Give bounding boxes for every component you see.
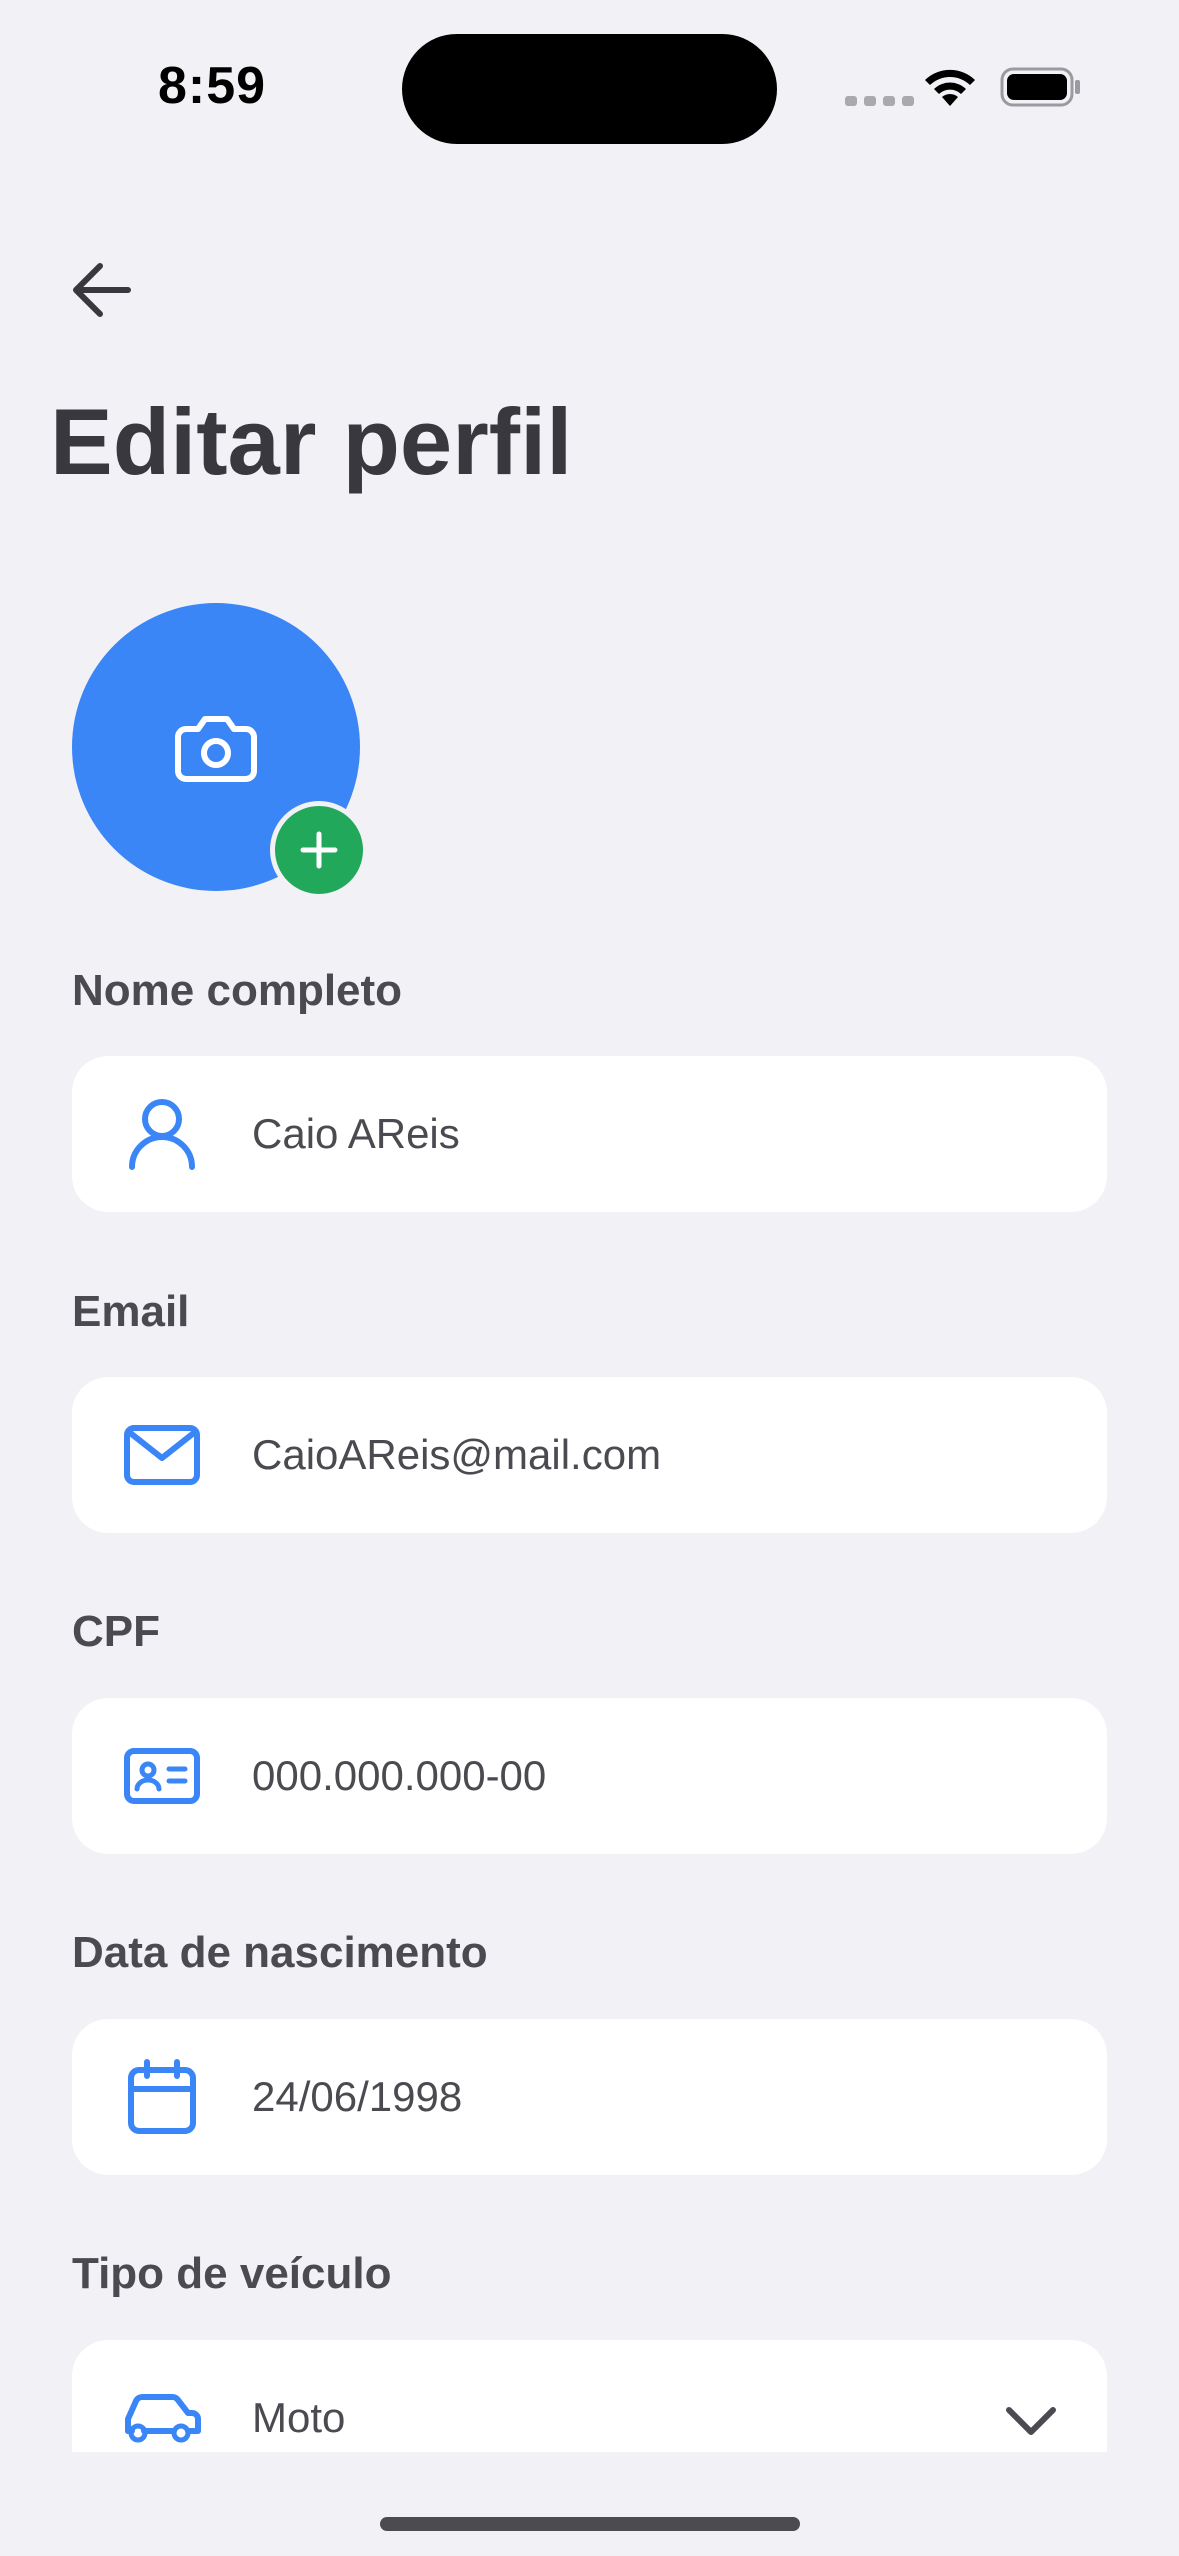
full-name-value: Caio AReis	[252, 1110, 460, 1157]
camera-icon	[175, 716, 257, 782]
birth-date-field[interactable]: 24/06/1998	[72, 2019, 1107, 2175]
user-icon	[122, 1094, 202, 1174]
back-button[interactable]	[70, 250, 160, 330]
email-label: Email	[72, 1287, 190, 1336]
full-name-field[interactable]: Caio AReis	[72, 1056, 1107, 1212]
dynamic-island	[402, 34, 777, 144]
page-title: Editar perfil	[50, 389, 573, 494]
email-field[interactable]: CaioAReis@mail.com	[72, 1377, 1107, 1533]
bottom-safe-area	[0, 2452, 1179, 2556]
cellular-signal-icon	[845, 96, 914, 106]
id-card-icon	[122, 1736, 202, 1816]
chevron-down-icon	[1006, 2407, 1056, 2435]
birth-date-value: 24/06/1998	[252, 2073, 463, 2120]
wifi-icon	[925, 69, 975, 106]
edit-profile-screen: 8:59 Editar perfil Nome completo Caio AR…	[0, 0, 1179, 2556]
arrow-left-icon	[73, 263, 131, 317]
home-indicator[interactable]	[380, 2517, 800, 2531]
cpf-value: 000.000.000-00	[252, 1752, 547, 1799]
calendar-icon	[122, 2057, 202, 2137]
email-value: CaioAReis@mail.com	[252, 1431, 662, 1478]
battery-icon	[1000, 67, 1080, 107]
add-photo-button[interactable]	[270, 801, 368, 899]
plus-icon	[300, 831, 338, 869]
status-time: 8:59	[158, 57, 267, 115]
full-name-label: Nome completo	[72, 966, 403, 1015]
cpf-field[interactable]: 000.000.000-00	[72, 1698, 1107, 1854]
vehicle-type-label: Tipo de veículo	[72, 2249, 392, 2298]
vehicle-type-value: Moto	[252, 2394, 346, 2441]
car-icon	[122, 2378, 202, 2458]
mail-icon	[122, 1415, 202, 1495]
cpf-label: CPF	[72, 1607, 160, 1656]
birth-date-label: Data de nascimento	[72, 1928, 488, 1977]
